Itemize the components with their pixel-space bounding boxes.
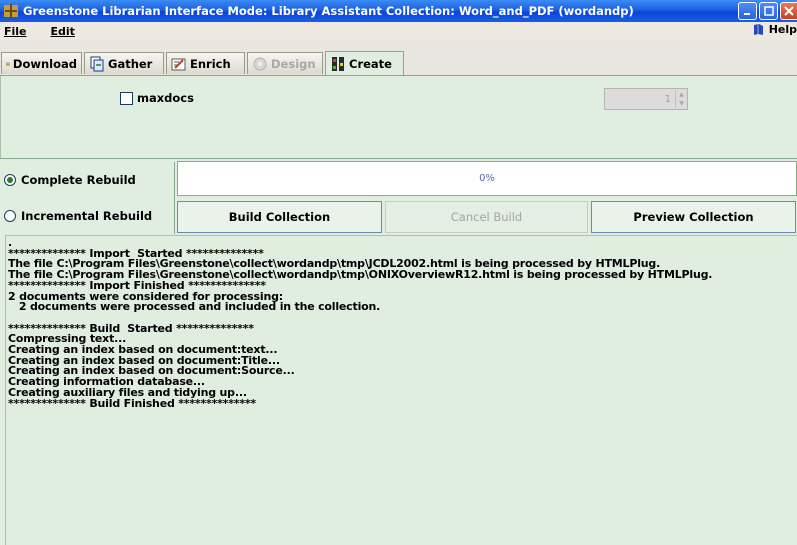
maxdocs-value: 1 <box>664 93 671 105</box>
tab-gather[interactable]: Gather <box>84 52 164 74</box>
log-line: ************** Build Finished **********… <box>8 396 256 410</box>
spinner-up-icon: ▲ <box>679 91 684 98</box>
menu-file[interactable]: File <box>0 25 33 38</box>
tab-design: Design <box>247 52 323 74</box>
build-collection-label: Build Collection <box>228 210 331 224</box>
menu-help[interactable]: Help <box>752 23 797 36</box>
tab-download[interactable]: Download <box>1 52 82 74</box>
help-book-icon <box>753 24 763 35</box>
build-collection-button[interactable]: Build Collection <box>177 201 382 233</box>
cancel-build-button: Cancel Build <box>385 201 588 233</box>
download-icon <box>6 62 10 66</box>
create-icon <box>332 56 344 71</box>
close-button[interactable] <box>780 2 797 20</box>
tab-enrich-label: Enrich <box>190 56 231 71</box>
progress-text: 0% <box>479 173 495 184</box>
window-title: Greenstone Librarian Interface Mode: Lib… <box>23 4 634 18</box>
divider <box>0 158 797 159</box>
minimize-icon <box>744 12 750 15</box>
complete-rebuild-label: Complete Rebuild <box>21 173 136 187</box>
enrich-icon <box>171 58 186 70</box>
greenstone-app-icon <box>4 4 18 18</box>
build-log[interactable]: . ************** Import Started *********… <box>5 235 797 545</box>
menu-edit[interactable]: Edit <box>45 25 81 38</box>
tab-create[interactable]: Create <box>325 51 404 75</box>
log-line: 2 documents were processed and included … <box>8 300 381 314</box>
radio-selected-dot <box>7 177 13 183</box>
menu-help-label: Help <box>768 23 797 36</box>
spinner-down-icon: ▼ <box>679 100 684 107</box>
log-line: ************** Build Started ***********… <box>8 321 254 335</box>
gather-icon <box>90 56 104 71</box>
complete-rebuild-radio[interactable] <box>4 174 16 186</box>
build-options-panel: maxdocs 1 ▲ ▼ <box>0 76 797 158</box>
maxdocs-checkbox[interactable] <box>120 92 133 105</box>
maximize-icon <box>763 6 774 16</box>
incremental-rebuild-label: Incremental Rebuild <box>21 209 153 223</box>
tab-download-label: Download <box>12 56 77 71</box>
incremental-rebuild-radio[interactable] <box>4 210 16 222</box>
maximize-button[interactable] <box>759 2 778 20</box>
tab-enrich[interactable]: Enrich <box>166 52 245 74</box>
maxdocs-label: maxdocs <box>137 91 194 105</box>
tab-gather-label: Gather <box>108 56 153 71</box>
close-icon <box>784 6 794 16</box>
menu-bar: File Edit Help <box>0 22 797 40</box>
maxdocs-spinner: 1 ▲ ▼ <box>604 88 688 110</box>
preview-collection-button[interactable]: Preview Collection <box>591 201 796 233</box>
tab-strip: Download Gather Enrich Design Create <box>0 40 797 76</box>
cancel-build-label: Cancel Build <box>450 210 523 224</box>
tab-design-label: Design <box>271 56 316 71</box>
window-titlebar[interactable]: Greenstone Librarian Interface Mode: Lib… <box>0 0 797 22</box>
build-progress-bar: 0% <box>177 161 797 196</box>
minimize-button[interactable] <box>738 2 757 20</box>
complete-rebuild-option[interactable]: Complete Rebuild <box>0 162 175 198</box>
design-icon <box>253 57 267 70</box>
tab-create-label: Create <box>349 56 392 71</box>
preview-collection-label: Preview Collection <box>633 210 754 224</box>
incremental-rebuild-option[interactable]: Incremental Rebuild <box>0 198 175 234</box>
